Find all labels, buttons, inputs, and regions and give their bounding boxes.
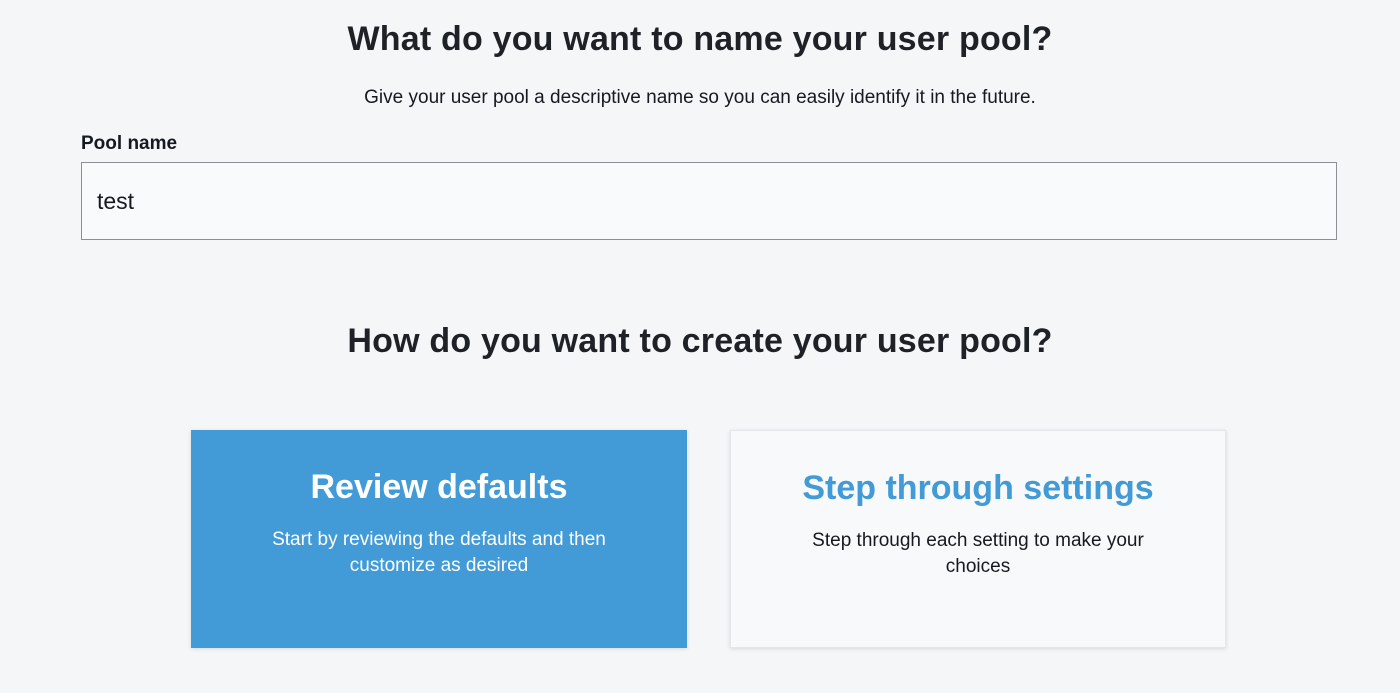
name-pool-heading: What do you want to name your user pool? [347,20,1053,58]
pool-name-input[interactable] [81,162,1337,240]
create-pool-heading: How do you want to create your user pool… [347,322,1053,360]
review-defaults-option[interactable]: Review defaults Start by reviewing the d… [191,430,687,648]
name-pool-subtitle: Give your user pool a descriptive name s… [364,87,1036,108]
review-defaults-description: Start by reviewing the defaults and then… [272,529,606,576]
review-defaults-title: Review defaults [310,468,568,506]
pool-name-label: Pool name [81,133,178,154]
step-through-settings-option[interactable]: Step through settings Step through each … [730,430,1226,648]
step-through-settings-title: Step through settings [802,469,1154,507]
step-through-settings-description: Step through each setting to make your c… [812,530,1144,577]
